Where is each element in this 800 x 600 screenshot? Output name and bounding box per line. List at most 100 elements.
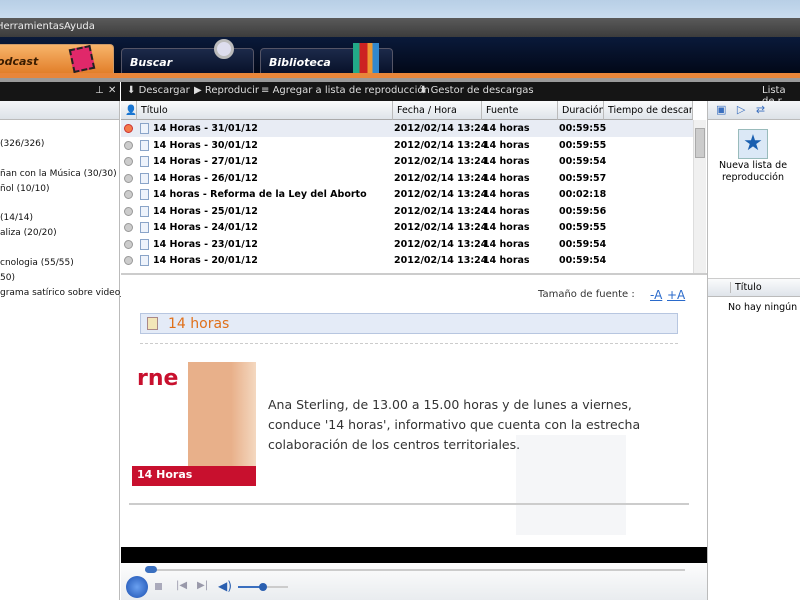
add-to-playlist-button[interactable]: ≡ Agregar a lista de reproducción (261, 85, 430, 96)
cell-title: 14 Horas - 24/01/12 (153, 222, 258, 233)
add-playlist-icon[interactable]: ▣ (716, 103, 726, 116)
episode-title: 14 horas (168, 316, 230, 332)
tree-item[interactable]: ñan con la Música (30/30) (0, 169, 117, 179)
tree-item[interactable]: grama satírico sobre videoju (0, 288, 128, 298)
right-panel-header: Lista de r (707, 82, 800, 107)
stop-icon[interactable] (155, 583, 162, 590)
tree-item[interactable]: cnologia (55/55) (0, 258, 74, 268)
table-row[interactable]: 14 Horas - 20/01/12 2012/02/14 13:24 14 … (121, 252, 693, 269)
cell-source: 14 horas (483, 205, 530, 217)
cell-title: 14 Horas - 23/01/12 (153, 238, 258, 250)
status-icon (124, 223, 133, 232)
rne-logo: rne (137, 366, 179, 391)
tab-search-label: Buscar (130, 56, 173, 69)
table-row[interactable]: 14 Horas - 24/01/12 2012/02/14 13:24 14 … (121, 219, 693, 236)
new-playlist-button[interactable]: Nueva lista de reproducción (713, 160, 793, 184)
scroll-thumb[interactable] (695, 128, 705, 158)
table-row[interactable]: 14 Horas - 25/01/12 2012/02/14 13:24 14 … (121, 203, 693, 220)
tab-library[interactable]: Biblioteca (260, 43, 393, 73)
menu-help[interactable]: Ayuda (64, 21, 95, 32)
share-playlist-icon[interactable]: ⇄ (756, 103, 765, 116)
cell-duration: 00:02:18 (559, 189, 607, 200)
tab-library-label: Biblioteca (269, 56, 331, 69)
divider (140, 343, 678, 344)
table-row[interactable]: 14 horas - Reforma de la Ley del Aborto … (121, 186, 693, 203)
tree-item[interactable]: (14/14) (0, 213, 33, 223)
playlist-toolbar: ▣ ▷ ⇄ (708, 101, 800, 120)
column-title[interactable]: Título (137, 101, 393, 120)
playlist-column-title[interactable]: Título (730, 282, 762, 293)
table-row[interactable]: 14 Horas - 30/01/12 2012/02/14 13:24 14 … (121, 137, 693, 154)
cell-date: 2012/02/14 13:24 (394, 156, 488, 167)
download-button[interactable]: ⬇ Descargar (127, 85, 190, 96)
episode-description: Ana Sterling, de 13.00 a 15.00 horas y d… (268, 397, 641, 452)
tree-item[interactable]: 50) (0, 273, 15, 283)
next-icon[interactable]: ▶| (197, 580, 208, 591)
status-column-icon[interactable]: 👤 (121, 101, 137, 120)
table-row[interactable]: 14 Horas - 26/01/12 2012/02/14 13:24 14 … (121, 170, 693, 187)
download-label: Descargar (138, 85, 190, 96)
play-label: Reproducir (204, 85, 259, 96)
status-icon (124, 190, 133, 199)
table-row[interactable]: 14 Horas - 31/01/12 2012/02/14 13:24 14 … (121, 120, 693, 137)
increase-font-link[interactable]: +A (667, 288, 685, 302)
play-playlist-icon[interactable]: ▷ (737, 103, 745, 116)
tab-search[interactable]: Buscar (121, 39, 254, 73)
cell-duration: 00:59:55 (559, 139, 607, 151)
cell-duration: 00:59:56 (559, 205, 607, 217)
tree-item[interactable]: ñol (10/10) (0, 184, 50, 194)
decrease-font-link[interactable]: -A (650, 288, 662, 302)
column-source[interactable]: Fuente (482, 101, 558, 120)
previous-icon[interactable]: |◀ (176, 580, 187, 591)
pin-icon[interactable]: ⊥ (95, 85, 104, 96)
status-icon (124, 206, 133, 216)
cell-title: 14 Horas - 31/01/12 (153, 123, 258, 134)
status-icon (124, 256, 133, 265)
status-icon (124, 173, 133, 183)
table-row[interactable]: 14 Horas - 27/01/12 2012/02/14 13:24 14 … (121, 153, 693, 170)
episode-detail: Tamaño de fuente : -A +A 14 horas rne 14… (121, 273, 707, 546)
cell-date: 2012/02/14 13:24 (394, 123, 488, 134)
play-button[interactable]: ▶ Reproducir (194, 85, 259, 96)
divider (129, 503, 689, 505)
column-duration[interactable]: Duración (558, 101, 604, 120)
seek-bar[interactable] (145, 569, 685, 571)
cell-title: 14 Horas - 20/01/12 (153, 255, 258, 266)
menu-tools[interactable]: Herramientas (0, 21, 64, 32)
document-icon (140, 123, 149, 134)
cell-source: 14 horas (483, 123, 530, 134)
books-icon (353, 43, 379, 73)
cell-source: 14 horas (483, 139, 530, 151)
left-panel-header: ⊥ ✕ (0, 82, 120, 101)
close-icon[interactable]: ✕ (108, 85, 116, 96)
tree-header (0, 101, 119, 120)
tree-item[interactable]: (326/326) (0, 139, 44, 149)
episode-table: 👤 Título Fecha / Hora Fuente Duración Ti… (121, 101, 707, 273)
document-icon (140, 222, 149, 233)
star-icon[interactable]: ★ (738, 129, 768, 159)
volume-icon[interactable]: ◀) (218, 579, 232, 593)
table-scrollbar[interactable] (693, 120, 706, 273)
volume-thumb[interactable] (259, 583, 267, 591)
episode-title-bar: 14 horas (140, 313, 678, 334)
image-caption: 14 Horas (137, 468, 193, 481)
toolbar: ⬇ Descargar ▶ Reproducir ≡ Agregar a lis… (121, 82, 707, 101)
cell-source: 14 horas (483, 189, 530, 200)
download-manager-button[interactable]: ⬇ Gestor de descargas (419, 85, 534, 96)
cell-source: 14 horas (483, 255, 530, 266)
empty-playlist-message: No hay ningún e (728, 302, 800, 313)
tab-podcast[interactable]: Podcast (0, 44, 114, 74)
document-icon (140, 255, 149, 266)
play-icon[interactable] (126, 576, 148, 598)
document-icon (140, 189, 149, 200)
column-date[interactable]: Fecha / Hora (393, 101, 482, 120)
cell-source: 14 horas (483, 238, 530, 250)
cell-duration: 00:59:55 (559, 222, 607, 233)
cell-duration: 00:59:57 (559, 172, 607, 184)
column-download-time[interactable]: Tiempo de descar... (604, 101, 693, 120)
seek-thumb[interactable] (145, 566, 157, 573)
table-row[interactable]: 14 Horas - 23/01/12 2012/02/14 13:24 14 … (121, 236, 693, 253)
tree-item[interactable]: aliza (20/20) (0, 228, 57, 238)
document-icon (140, 238, 149, 250)
document-icon (140, 172, 149, 184)
